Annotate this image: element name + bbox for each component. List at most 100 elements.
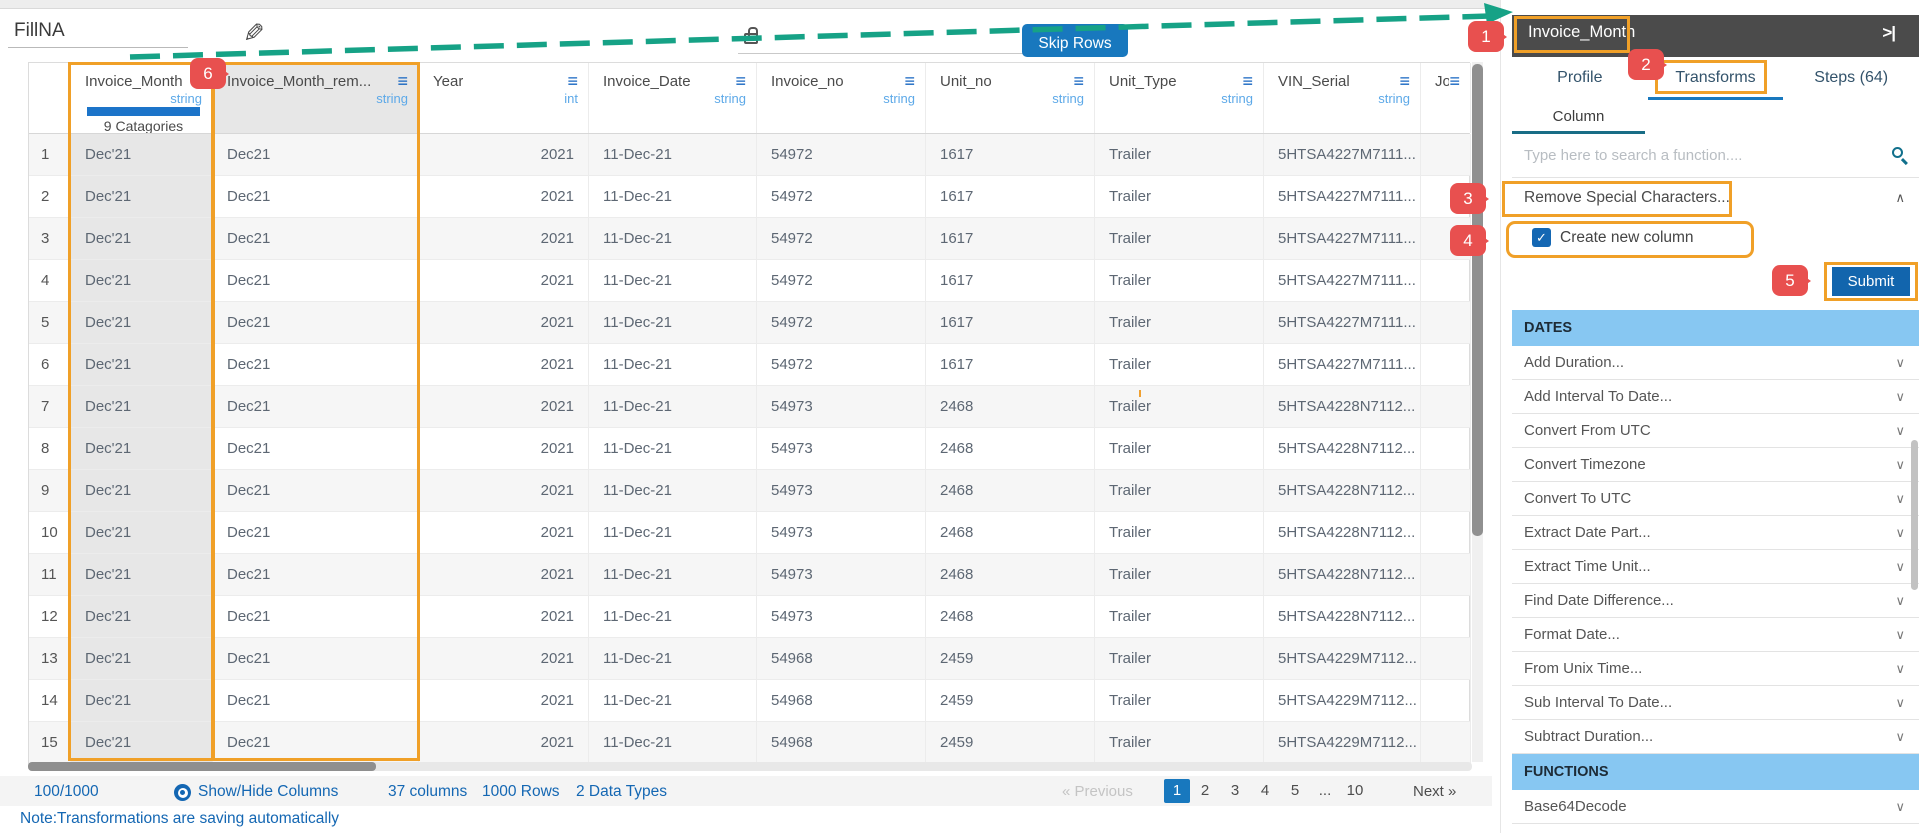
cell-invoice-month[interactable]: Dec'21 xyxy=(71,470,213,512)
table-row[interactable]: 6 Dec'21 Dec21 2021 11-Dec-21 54972 1617… xyxy=(29,344,1471,386)
cell-job[interactable] xyxy=(1421,722,1471,764)
search-icon[interactable] xyxy=(1892,147,1903,158)
cell-unit-type[interactable]: Trailer xyxy=(1095,428,1264,470)
cell-vin-serial[interactable]: 5HTSA4227M7111... xyxy=(1264,134,1421,176)
cell-invoice-no[interactable]: 54972 xyxy=(757,218,926,260)
chevron-down-icon[interactable]: ∨ xyxy=(1895,790,1905,824)
table-row[interactable]: 4 Dec'21 Dec21 2021 11-Dec-21 54972 1617… xyxy=(29,260,1471,302)
cell-unit-no[interactable]: 2468 xyxy=(926,386,1095,428)
cell-invoice-no[interactable]: 54972 xyxy=(757,134,926,176)
cell-job[interactable] xyxy=(1421,302,1471,344)
column-header[interactable]: Year ≡ int xyxy=(419,63,589,133)
cell-year[interactable]: 2021 xyxy=(419,218,589,260)
show-hide-columns-link[interactable]: Show/Hide Columns xyxy=(198,783,338,801)
cell-job[interactable] xyxy=(1421,260,1471,302)
cell-invoice-month-rem[interactable]: Dec21 xyxy=(213,596,419,638)
column-header[interactable]: Invoice_no ≡ string xyxy=(757,63,926,133)
cell-vin-serial[interactable]: 5HTSA4227M7111... xyxy=(1264,344,1421,386)
pagination-page[interactable]: ... xyxy=(1310,779,1340,803)
cell-invoice-no[interactable]: 54972 xyxy=(757,344,926,386)
column-menu-icon[interactable]: ≡ xyxy=(397,72,408,90)
cell-invoice-month[interactable]: Dec'21 xyxy=(71,428,213,470)
cell-unit-no[interactable]: 2468 xyxy=(926,554,1095,596)
pagination-previous[interactable]: « Previous xyxy=(1062,783,1133,800)
chevron-down-icon[interactable]: ∨ xyxy=(1895,516,1905,550)
cell-invoice-month-rem[interactable]: Dec21 xyxy=(213,638,419,680)
cell-year[interactable]: 2021 xyxy=(419,722,589,764)
submit-button[interactable]: Submit xyxy=(1832,267,1910,296)
cell-invoice-date[interactable]: 11-Dec-21 xyxy=(589,722,757,764)
cell-unit-type[interactable]: Trailer xyxy=(1095,302,1264,344)
cell-unit-no[interactable]: 1617 xyxy=(926,134,1095,176)
cell-year[interactable]: 2021 xyxy=(419,386,589,428)
pagination-page[interactable]: 1 xyxy=(1164,779,1190,803)
cell-invoice-date[interactable]: 11-Dec-21 xyxy=(589,428,757,470)
cell-year[interactable]: 2021 xyxy=(419,470,589,512)
cell-unit-type[interactable]: Trailer xyxy=(1095,470,1264,512)
cell-vin-serial[interactable]: 5HTSA4227M7111... xyxy=(1264,302,1421,344)
cell-vin-serial[interactable]: 5HTSA4228N7112... xyxy=(1264,554,1421,596)
expanded-function-row[interactable]: Remove Special Characters... ∧ xyxy=(1512,178,1919,218)
cell-year[interactable]: 2021 xyxy=(419,302,589,344)
panel-tab[interactable]: Steps (64) xyxy=(1783,57,1919,100)
cell-invoice-month[interactable]: Dec'21 xyxy=(71,722,213,764)
cell-job[interactable] xyxy=(1421,386,1471,428)
cell-unit-type[interactable]: Trailer xyxy=(1095,512,1264,554)
cell-year[interactable]: 2021 xyxy=(419,428,589,470)
cell-invoice-month[interactable]: Dec'21 xyxy=(71,344,213,386)
cell-job[interactable] xyxy=(1421,470,1471,512)
pagination-next[interactable]: Next » xyxy=(1413,783,1456,800)
cell-job[interactable] xyxy=(1421,596,1471,638)
table-row[interactable]: 1 Dec'21 Dec21 2021 11-Dec-21 54972 1617… xyxy=(29,134,1471,176)
cell-invoice-date[interactable]: 11-Dec-21 xyxy=(589,260,757,302)
cell-invoice-month[interactable]: Dec'21 xyxy=(71,386,213,428)
column-menu-icon[interactable]: ≡ xyxy=(191,72,202,90)
cell-vin-serial[interactable]: 5HTSA4228N7112... xyxy=(1264,470,1421,512)
cell-unit-type[interactable]: Trailer xyxy=(1095,218,1264,260)
cell-unit-type[interactable]: Trailer xyxy=(1095,554,1264,596)
cell-invoice-month[interactable]: Dec'21 xyxy=(71,512,213,554)
cell-invoice-no[interactable]: 54973 xyxy=(757,596,926,638)
create-new-column-label[interactable]: Create new column xyxy=(1560,229,1694,247)
column-header[interactable]: Invoice_Month_rem... ≡ string xyxy=(213,63,419,133)
cell-job[interactable] xyxy=(1421,680,1471,722)
cell-unit-type[interactable]: Trailer xyxy=(1095,260,1264,302)
function-list-item[interactable]: Base64Decode ∨ xyxy=(1512,790,1919,824)
pagination-page[interactable]: 3 xyxy=(1220,779,1250,803)
cell-invoice-no[interactable]: 54973 xyxy=(757,554,926,596)
function-list-item[interactable]: From Unix Time... ∨ xyxy=(1512,652,1919,686)
skip-rows-button[interactable]: Skip Rows xyxy=(1022,24,1128,57)
table-row[interactable]: 15 Dec'21 Dec21 2021 11-Dec-21 54968 245… xyxy=(29,722,1471,764)
cell-invoice-no[interactable]: 54973 xyxy=(757,470,926,512)
table-row[interactable]: 9 Dec'21 Dec21 2021 11-Dec-21 54973 2468… xyxy=(29,470,1471,512)
function-list-item[interactable]: Add Interval To Date... ∨ xyxy=(1512,380,1919,414)
cell-vin-serial[interactable]: 5HTSA4228N7112... xyxy=(1264,596,1421,638)
collapse-panel-icon[interactable]: >| xyxy=(1882,23,1896,43)
column-menu-icon[interactable]: ≡ xyxy=(904,72,915,90)
cell-job[interactable] xyxy=(1421,176,1471,218)
column-menu-icon[interactable]: ≡ xyxy=(567,72,578,90)
cell-invoice-no[interactable]: 54968 xyxy=(757,680,926,722)
chevron-down-icon[interactable]: ∨ xyxy=(1895,720,1905,754)
cell-unit-type[interactable]: Trailer xyxy=(1095,596,1264,638)
cell-invoice-date[interactable]: 11-Dec-21 xyxy=(589,680,757,722)
cell-vin-serial[interactable]: 5HTSA4229M7112... xyxy=(1264,722,1421,764)
chevron-down-icon[interactable]: ∨ xyxy=(1895,482,1905,516)
column-header[interactable]: Invoice_Month ≡ string 9 Catagories xyxy=(71,63,213,133)
table-row[interactable]: 11 Dec'21 Dec21 2021 11-Dec-21 54973 246… xyxy=(29,554,1471,596)
cell-unit-type[interactable]: Trailer xyxy=(1095,722,1264,764)
cell-invoice-month-rem[interactable]: Dec21 xyxy=(213,386,419,428)
cell-unit-no[interactable]: 2468 xyxy=(926,428,1095,470)
function-search-input[interactable] xyxy=(1524,147,1854,164)
cell-invoice-no[interactable]: 54972 xyxy=(757,176,926,218)
horizontal-scrollbar-thumb[interactable] xyxy=(28,762,376,771)
cell-vin-serial[interactable]: 5HTSA4227M7111... xyxy=(1264,218,1421,260)
cell-job[interactable] xyxy=(1421,344,1471,386)
cell-year[interactable]: 2021 xyxy=(419,176,589,218)
cell-unit-type[interactable]: Trailer xyxy=(1095,638,1264,680)
cell-invoice-month-rem[interactable]: Dec21 xyxy=(213,722,419,764)
table-row[interactable]: 7 Dec'21 Dec21 2021 11-Dec-21 54973 2468… xyxy=(29,386,1471,428)
cell-invoice-no[interactable]: 54968 xyxy=(757,722,926,764)
cell-invoice-date[interactable]: 11-Dec-21 xyxy=(589,302,757,344)
table-row[interactable]: 5 Dec'21 Dec21 2021 11-Dec-21 54972 1617… xyxy=(29,302,1471,344)
